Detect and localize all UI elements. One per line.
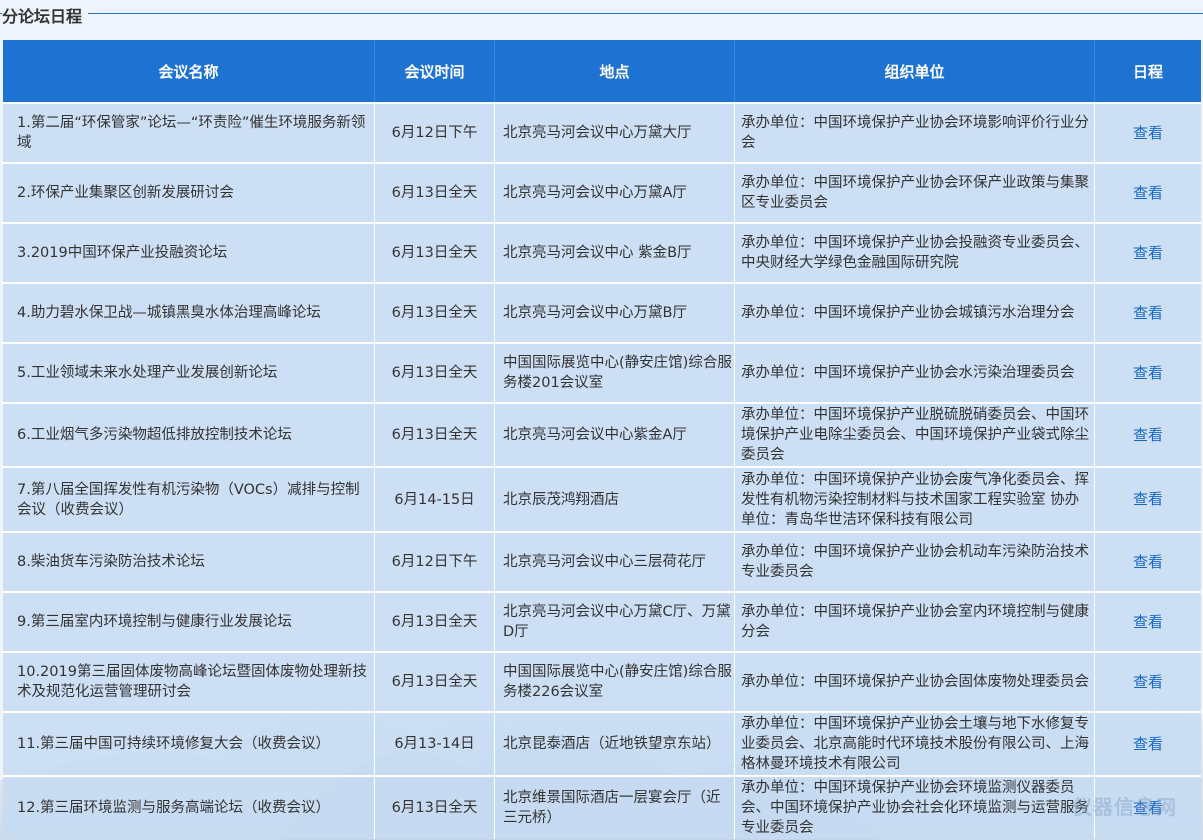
view-schedule-link[interactable]: 查看 <box>1133 244 1163 262</box>
forum-time-cell: 6月13日全天 <box>375 651 495 711</box>
forum-location-cell: 北京亮马河会议中心万黛大厅 <box>495 102 735 162</box>
forum-name-cell: 2.环保产业集聚区创新发展研讨会 <box>3 162 375 222</box>
view-schedule-link[interactable]: 查看 <box>1133 553 1163 571</box>
forum-name-cell: 4.助力碧水保卫战—城镇黑臭水体治理高峰论坛 <box>3 282 375 342</box>
forum-time-cell: 6月13日全天 <box>375 775 495 839</box>
forum-name-cell: 12.第三届环境监测与服务高端论坛（收费会议） <box>3 775 375 839</box>
forum-organizer-cell: 承办单位：中国环境保护产业协会投融资专业委员会、 中央财经大学绿色金融国际研究院 <box>735 222 1095 282</box>
forum-organizer-cell: 承办单位：中国环境保护产业协会环保产业政策与集聚区专业委员会 <box>735 162 1095 222</box>
forum-time-cell: 6月13日全天 <box>375 402 495 466</box>
forum-location-cell: 北京维景国际酒店一层宴会厅（近三元桥） <box>495 775 735 839</box>
table-row: 1.第二届“环保管家”论坛—“环责险”催生环境服务新领域 6月12日下午 北京亮… <box>3 102 1201 162</box>
forum-organizer-cell: 承办单位：中国环境保护产业协会固体废物处理委员会 <box>735 651 1095 711</box>
column-header-schedule: 日程 <box>1095 40 1201 102</box>
table-row: 3.2019中国环保产业投融资论坛 6月13日全天 北京亮马河会议中心 紫金B厅… <box>3 222 1201 282</box>
forum-name-cell: 3.2019中国环保产业投融资论坛 <box>3 222 375 282</box>
forum-location-cell: 北京亮马河会议中心万黛C厅、万黛D厅 <box>495 591 735 651</box>
forum-location-cell: 北京亮马河会议中心紫金A厅 <box>495 402 735 466</box>
forum-organizer-cell: 承办单位：中国环境保护产业协会机动车污染防治技术专业委员会 <box>735 531 1095 591</box>
forum-location-cell: 北京亮马河会议中心 紫金B厅 <box>495 222 735 282</box>
table-row: 6.工业烟气多污染物超低排放控制技术论坛 6月13日全天 北京亮马河会议中心紫金… <box>3 402 1201 466</box>
table-row: 9.第三届室内环境控制与健康行业发展论坛 6月13日全天 北京亮马河会议中心万黛… <box>3 591 1201 651</box>
forum-time-cell: 6月13日全天 <box>375 282 495 342</box>
forum-name-cell: 11.第三届中国可持续环境修复大会（收费会议） <box>3 711 375 775</box>
forum-organizer-cell: 承办单位：中国环境保护产业协会环境影响评价行业分会 <box>735 102 1095 162</box>
forum-time-cell: 6月12日下午 <box>375 102 495 162</box>
forum-location-cell: 北京亮马河会议中心万黛A厅 <box>495 162 735 222</box>
forum-time-cell: 6月13日全天 <box>375 162 495 222</box>
table-row: 10.2019第三届固体废物高峰论坛暨固体废物处理新技术及规范化运营管理研讨会 … <box>3 651 1201 711</box>
forum-location-cell: 北京亮马河会议中心三层荷花厅 <box>495 531 735 591</box>
view-schedule-link[interactable]: 查看 <box>1133 364 1163 382</box>
forum-time-cell: 6月12日下午 <box>375 531 495 591</box>
forum-location-cell: 中国国际展览中心(静安庄馆)综合服务楼226会议室 <box>495 651 735 711</box>
column-header-location: 地点 <box>495 40 735 102</box>
view-schedule-link[interactable]: 查看 <box>1133 184 1163 202</box>
forum-location-cell: 中国国际展览中心(静安庄馆)综合服务楼201会议室 <box>495 342 735 402</box>
view-schedule-link[interactable]: 查看 <box>1133 613 1163 631</box>
forum-location-cell: 北京亮马河会议中心万黛B厅 <box>495 282 735 342</box>
forum-time-cell: 6月13日全天 <box>375 591 495 651</box>
table-row: 11.第三届中国可持续环境修复大会（收费会议） 6月13-14日 北京昆泰酒店（… <box>3 711 1201 775</box>
view-schedule-link[interactable]: 查看 <box>1133 304 1163 322</box>
forum-time-cell: 6月14-15日 <box>375 466 495 531</box>
view-schedule-link[interactable]: 查看 <box>1133 490 1163 508</box>
forum-organizer-cell: 承办单位：中国环境保护产业脱硫脱硝委员会、中国环境保护产业电除尘委员会、中国环境… <box>735 402 1095 466</box>
forum-organizer-cell: 承办单位：中国环境保护产业协会土壤与地下水修复专业委员会、北京高能时代环境技术股… <box>735 711 1095 775</box>
forum-name-cell: 1.第二届“环保管家”论坛—“环责险”催生环境服务新领域 <box>3 102 375 162</box>
forum-organizer-cell: 承办单位：中国环境保护产业协会废气净化委员会、挥发性有机物污染控制材料与技术国家… <box>735 466 1095 531</box>
section-divider-line <box>0 13 1203 14</box>
forum-organizer-cell: 承办单位：中国环境保护产业协会环境监测仪器委员会、中国环境保护产业协会社会化环境… <box>735 775 1095 839</box>
section-header: 分论坛日程 <box>0 0 1203 30</box>
table-header-row: 会议名称 会议时间 地点 组织单位 日程 <box>3 40 1201 102</box>
view-schedule-link[interactable]: 查看 <box>1133 426 1163 444</box>
forum-organizer-cell: 承办单位：中国环境保护产业协会水污染治理委员会 <box>735 342 1095 402</box>
forum-schedule-table: 会议名称 会议时间 地点 组织单位 日程 1.第二届“环保管家”论坛—“环责险”… <box>3 40 1201 839</box>
table-row: 4.助力碧水保卫战—城镇黑臭水体治理高峰论坛 6月13日全天 北京亮马河会议中心… <box>3 282 1201 342</box>
column-header-time: 会议时间 <box>375 40 495 102</box>
table-row: 8.柴油货车污染防治技术论坛 6月12日下午 北京亮马河会议中心三层荷花厅 承办… <box>3 531 1201 591</box>
site-watermark-logo: 仪器信息网 <box>1072 795 1177 819</box>
table-row: 12.第三届环境监测与服务高端论坛（收费会议） 6月13日全天 北京维景国际酒店… <box>3 775 1201 839</box>
view-schedule-link[interactable]: 查看 <box>1133 124 1163 142</box>
forum-name-cell: 7.第八届全国挥发性有机污染物（VOCs）减排与控制会议（收费会议） <box>3 466 375 531</box>
forum-time-cell: 6月13日全天 <box>375 222 495 282</box>
forum-organizer-cell: 承办单位：中国环境保护产业协会城镇污水治理分会 <box>735 282 1095 342</box>
forum-time-cell: 6月13日全天 <box>375 342 495 402</box>
view-schedule-link[interactable]: 查看 <box>1133 735 1163 753</box>
column-header-organizer: 组织单位 <box>735 40 1095 102</box>
table-row: 5.工业领域未来水处理产业发展创新论坛 6月13日全天 中国国际展览中心(静安庄… <box>3 342 1201 402</box>
forum-name-cell: 8.柴油货车污染防治技术论坛 <box>3 531 375 591</box>
forum-name-cell: 9.第三届室内环境控制与健康行业发展论坛 <box>3 591 375 651</box>
forum-location-cell: 北京辰茂鸿翔酒店 <box>495 466 735 531</box>
column-header-name: 会议名称 <box>3 40 375 102</box>
forum-time-cell: 6月13-14日 <box>375 711 495 775</box>
view-schedule-link[interactable]: 查看 <box>1133 673 1163 691</box>
table-row: 2.环保产业集聚区创新发展研讨会 6月13日全天 北京亮马河会议中心万黛A厅 承… <box>3 162 1201 222</box>
forum-name-cell: 6.工业烟气多污染物超低排放控制技术论坛 <box>3 402 375 466</box>
forum-organizer-cell: 承办单位：中国环境保护产业协会室内环境控制与健康分会 <box>735 591 1095 651</box>
forum-name-cell: 5.工业领域未来水处理产业发展创新论坛 <box>3 342 375 402</box>
table-row: 7.第八届全国挥发性有机污染物（VOCs）减排与控制会议（收费会议） 6月14-… <box>3 466 1201 531</box>
forum-name-cell: 10.2019第三届固体废物高峰论坛暨固体废物处理新技术及规范化运营管理研讨会 <box>3 651 375 711</box>
forum-location-cell: 北京昆泰酒店（近地铁望京东站） <box>495 711 735 775</box>
section-title: 分论坛日程 <box>2 3 89 27</box>
